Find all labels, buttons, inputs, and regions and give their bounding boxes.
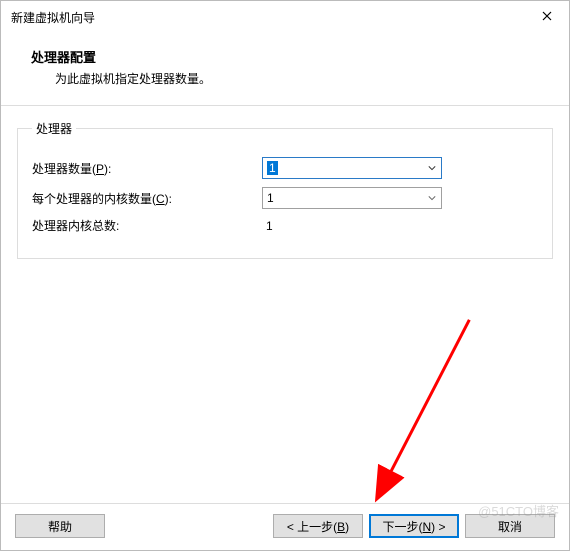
footer: 帮助 < 上一步(B) 下一步(N) > 取消 — [1, 503, 569, 550]
close-button[interactable] — [524, 2, 569, 32]
close-icon — [542, 10, 552, 24]
next-button[interactable]: 下一步(N) > — [369, 514, 459, 538]
page-subtitle: 为此虚拟机指定处理器数量。 — [31, 70, 539, 87]
wizard-window: 新建虚拟机向导 处理器配置 为此虚拟机指定处理器数量。 处理器 处理器数量(P)… — [0, 0, 570, 551]
processor-count-select[interactable]: 1 — [262, 157, 442, 179]
cores-per-processor-select[interactable]: 1 — [262, 187, 442, 209]
cores-per-processor-value: 1 — [267, 191, 274, 205]
page-title: 处理器配置 — [31, 47, 539, 66]
processor-group: 处理器 处理器数量(P): 1 每个处理器的内核数量(C): 1 — [17, 120, 553, 259]
row-processor-count: 处理器数量(P): 1 — [32, 157, 538, 179]
cancel-button[interactable]: 取消 — [465, 514, 555, 538]
titlebar: 新建虚拟机向导 — [1, 1, 569, 33]
help-button[interactable]: 帮助 — [15, 514, 105, 538]
row-cores-per-processor: 每个处理器的内核数量(C): 1 — [32, 187, 538, 209]
header: 处理器配置 为此虚拟机指定处理器数量。 — [1, 33, 569, 105]
group-legend: 处理器 — [32, 120, 76, 137]
chevron-down-icon — [423, 188, 441, 208]
row-total-cores: 处理器内核总数: 1 — [32, 217, 538, 234]
total-cores-label: 处理器内核总数: — [32, 217, 262, 234]
back-button[interactable]: < 上一步(B) — [273, 514, 363, 538]
processor-count-label: 处理器数量(P): — [32, 160, 262, 177]
content-area: 处理器 处理器数量(P): 1 每个处理器的内核数量(C): 1 — [1, 106, 569, 503]
processor-count-value: 1 — [267, 161, 278, 175]
cores-per-processor-label: 每个处理器的内核数量(C): — [32, 190, 262, 207]
window-title: 新建虚拟机向导 — [11, 9, 95, 26]
total-cores-value: 1 — [262, 219, 273, 233]
chevron-down-icon — [423, 158, 441, 178]
